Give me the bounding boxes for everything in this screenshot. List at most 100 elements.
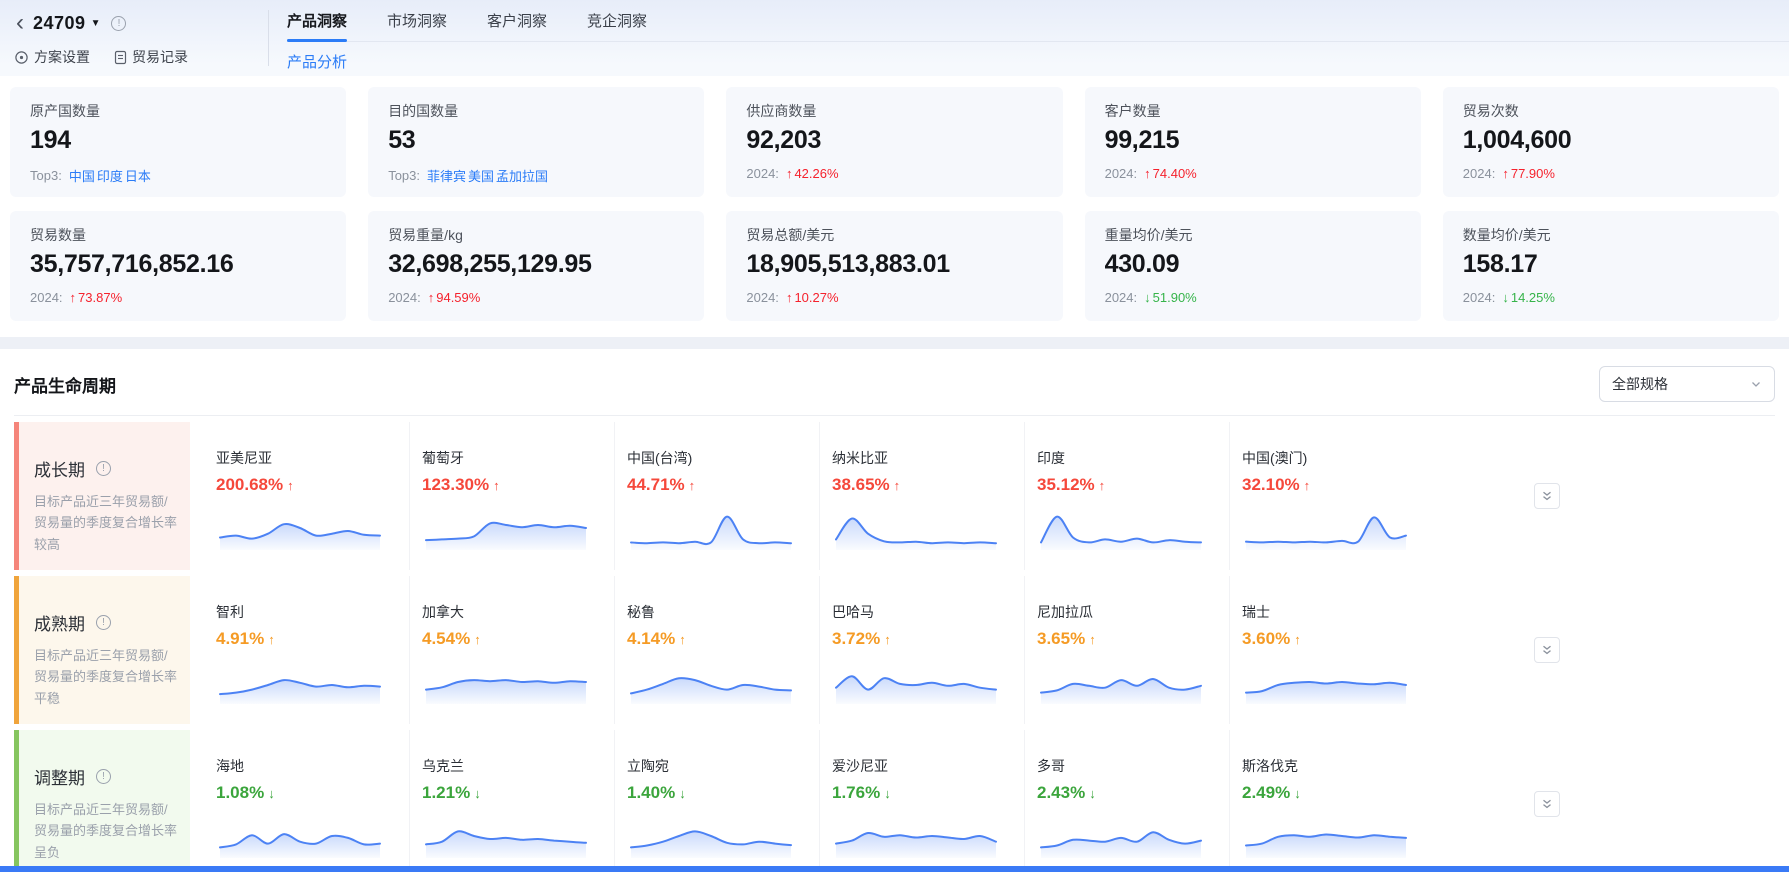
document-icon <box>114 50 127 65</box>
growth-rate: 2.43% ↓ <box>1037 783 1209 803</box>
stat-card-label: 贸易次数 <box>1463 101 1759 121</box>
country-name: 乌克兰 <box>422 756 594 776</box>
top3-link[interactable]: 孟加拉国 <box>496 169 548 184</box>
growth-rate-value: 44.71% <box>627 475 685 495</box>
growth-rate-value: 1.08% <box>216 783 264 803</box>
sparkline-chart <box>627 502 795 552</box>
sparkline-chart <box>422 656 590 706</box>
sparkline-chart <box>627 656 795 706</box>
country-chart-cell: 斯洛伐克 2.49% ↓ <box>1229 730 1434 872</box>
sparkline-chart <box>627 810 795 860</box>
stage-charts: 亚美尼亚 200.68% ↑ 葡萄牙 123.30% ↑ 中国(台湾) 44.7… <box>204 422 1775 570</box>
expand-row-button[interactable] <box>1534 637 1560 663</box>
trend-arrow-up-icon: ↑ <box>1089 632 1096 647</box>
expand-row-button[interactable] <box>1534 483 1560 509</box>
stat-card-label: 供应商数量 <box>746 101 1042 121</box>
growth-rate: 4.54% ↑ <box>422 629 594 649</box>
top3-link[interactable]: 菲律宾 <box>427 169 466 184</box>
footer-prefix: Top3: <box>388 168 420 183</box>
expand-row-button[interactable] <box>1534 791 1560 817</box>
sparkline-chart <box>216 502 384 552</box>
country-name: 亚美尼亚 <box>216 448 389 468</box>
back-chevron-icon[interactable]: ‹ <box>14 13 26 33</box>
country-chart-cell: 中国(澳门) 32.10% ↑ <box>1229 422 1434 570</box>
tab-label: 竞企洞察 <box>587 10 647 31</box>
delta-value: 77.90% <box>1511 166 1555 181</box>
stat-card-footer: Top3:中国印度日本 <box>30 166 326 185</box>
stat-card-label: 贸易重量/kg <box>388 225 684 245</box>
tab-2[interactable]: 客户洞察 <box>487 0 547 41</box>
stage-info-icon[interactable]: ! <box>96 615 111 630</box>
subtab-product-analysis[interactable]: 产品分析 <box>287 51 347 72</box>
trend-arrow-down-icon: ↓ <box>268 786 275 801</box>
stat-card-footer: 2024:↑94.59% <box>388 290 684 305</box>
growth-rate: 2.49% ↓ <box>1242 783 1414 803</box>
country-name: 海地 <box>216 756 389 776</box>
growth-rate: 3.60% ↑ <box>1242 629 1414 649</box>
trade-records-label: 贸易记录 <box>132 47 188 67</box>
stat-card: 重量均价/美元 430.09 2024: ↓51.90% <box>1085 211 1421 321</box>
arrow-down-icon: ↓ <box>1502 290 1509 305</box>
growth-rate: 1.21% ↓ <box>422 783 594 803</box>
stage-info-icon[interactable]: ! <box>96 769 111 784</box>
info-icon[interactable]: ! <box>111 16 126 31</box>
growth-rate: 4.91% ↑ <box>216 629 389 649</box>
caret-down-icon[interactable]: ▼ <box>91 18 101 29</box>
growth-rate: 1.76% ↓ <box>832 783 1004 803</box>
trend-arrow-up-icon: ↑ <box>1099 478 1106 493</box>
arrow-up-icon: ↑ <box>428 290 435 305</box>
country-name: 斯洛伐克 <box>1242 756 1414 776</box>
footer-prefix: 2024: <box>30 290 63 305</box>
stat-card-value: 430.09 <box>1105 250 1401 279</box>
footer-prefix: 2024: <box>1105 290 1138 305</box>
sparkline-chart <box>832 502 1000 552</box>
stat-card: 贸易总额/美元 18,905,513,883.01 2024:↑10.27% <box>726 211 1062 321</box>
tab-3[interactable]: 竞企洞察 <box>587 0 647 41</box>
growth-rate-value: 1.21% <box>422 783 470 803</box>
trade-records-button[interactable]: 贸易记录 <box>114 47 188 67</box>
expand-column <box>1434 730 1775 872</box>
stat-card-footer: 2024:↑74.40% <box>1105 166 1401 181</box>
stat-card-value: 92,203 <box>746 126 1042 155</box>
stat-card-value: 32,698,255,129.95 <box>388 250 684 279</box>
yoy-delta: ↑42.26% <box>786 166 839 181</box>
expand-column <box>1434 422 1775 570</box>
country-name: 智利 <box>216 602 389 622</box>
top3-link[interactable]: 美国 <box>468 169 494 184</box>
stat-card-footer: 2024: ↑42.26% <box>746 166 1042 181</box>
top3-link[interactable]: 中国 <box>69 169 95 184</box>
sparkline-chart <box>1242 502 1410 552</box>
arrow-down-icon: ↓ <box>1144 290 1151 305</box>
delta-value: 10.27% <box>794 290 838 305</box>
stat-card-value: 18,905,513,883.01 <box>746 250 1042 279</box>
growth-rate-value: 38.65% <box>832 475 890 495</box>
trend-arrow-down-icon: ↓ <box>474 786 481 801</box>
top3-link[interactable]: 印度 <box>97 169 123 184</box>
sparkline-chart <box>216 810 384 860</box>
yoy-delta: ↓51.90% <box>1144 290 1197 305</box>
country-name: 秘鲁 <box>627 602 799 622</box>
stage-description: 目标产品近三年贸易额/贸易量的季度复合增长率平稳 <box>34 645 178 709</box>
footer-prefix: 2024: <box>388 290 421 305</box>
country-name: 葡萄牙 <box>422 448 594 468</box>
top3-link[interactable]: 日本 <box>125 169 151 184</box>
footer-prefix: 2024: <box>1463 290 1496 305</box>
yoy-delta: ↑10.27% <box>786 290 839 305</box>
growth-rate: 3.72% ↑ <box>832 629 1004 649</box>
delta-value: 14.25% <box>1511 290 1555 305</box>
header-main: 产品洞察市场洞察客户洞察 竞企洞察 产品分析 <box>269 0 1789 76</box>
stage-info-icon[interactable]: ! <box>96 461 111 476</box>
spec-filter-select[interactable]: 全部规格 <box>1599 366 1775 402</box>
tab-0[interactable]: 产品洞察 <box>287 0 347 41</box>
growth-rate: 1.08% ↓ <box>216 783 389 803</box>
trend-arrow-down-icon: ↓ <box>1294 786 1301 801</box>
delta-value: 74.40% <box>1153 166 1197 181</box>
growth-rate: 35.12% ↑ <box>1037 475 1209 495</box>
trend-arrow-down-icon: ↓ <box>884 786 891 801</box>
country-name: 立陶宛 <box>627 756 799 776</box>
tab-1[interactable]: 市场洞察 <box>387 0 447 41</box>
footer-prefix: 2024: <box>746 166 779 181</box>
stat-card-label: 重量均价/美元 <box>1105 225 1401 245</box>
plan-id-selector[interactable]: 24709 <box>33 13 86 34</box>
plan-settings-button[interactable]: 方案设置 <box>14 47 90 67</box>
